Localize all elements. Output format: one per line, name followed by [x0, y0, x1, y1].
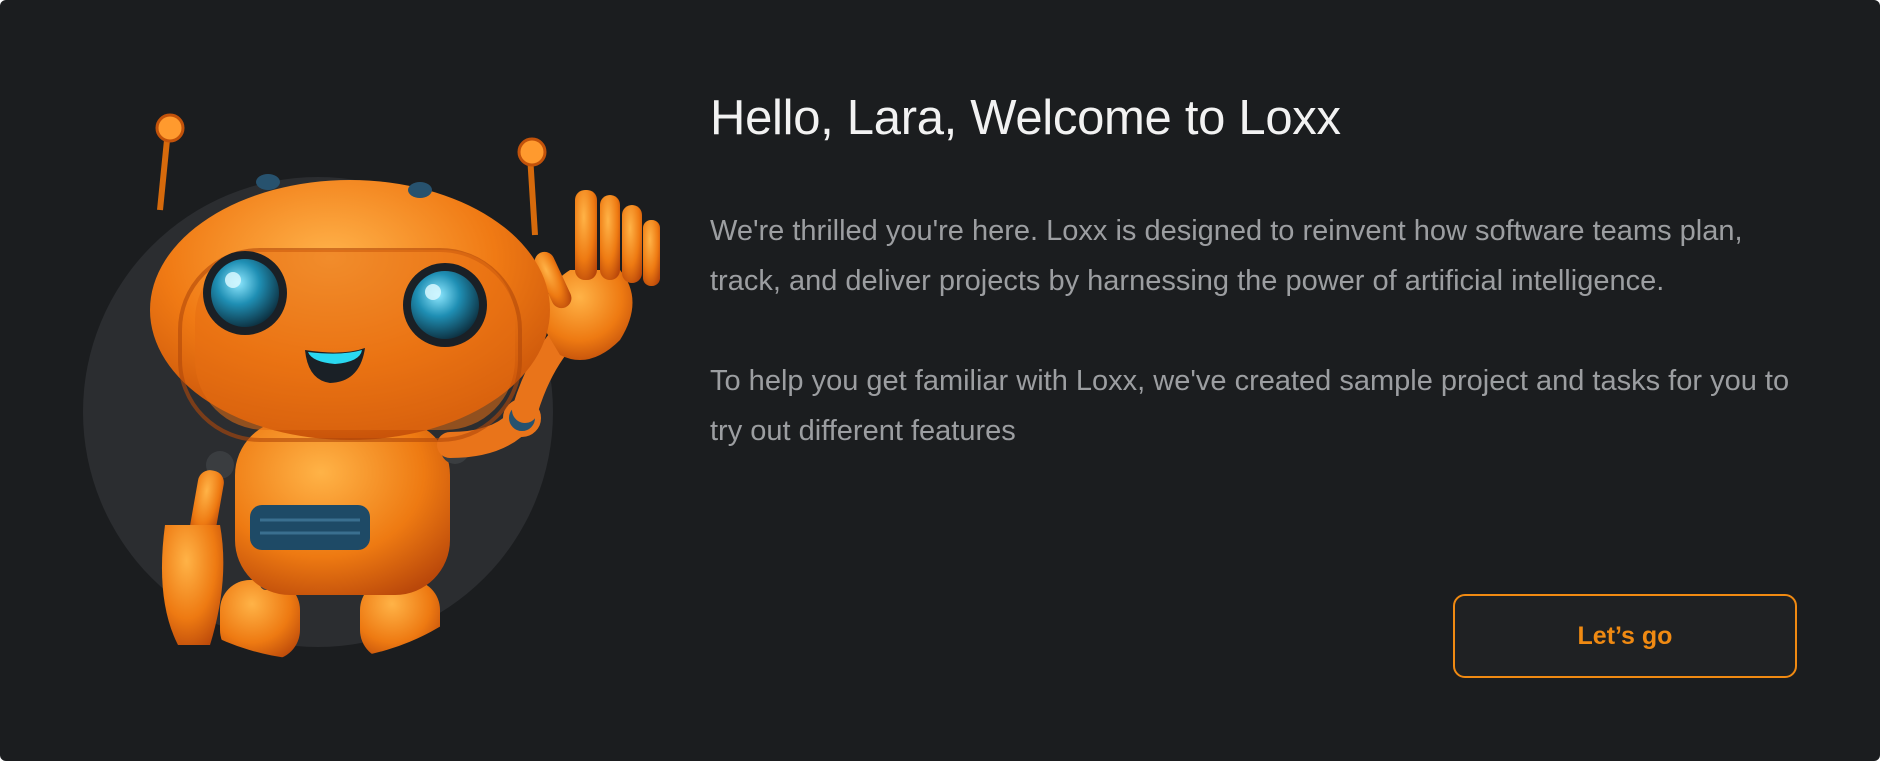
welcome-content: Hello, Lara, Welcome to Loxx We're thril… [710, 80, 1800, 456]
lets-go-button[interactable]: Let’s go [1453, 594, 1797, 678]
waving-robot-illustration [60, 100, 660, 660]
welcome-title: Hello, Lara, Welcome to Loxx [710, 91, 1341, 145]
welcome-card: Hello, Lara, Welcome to Loxx We're thril… [0, 0, 1880, 761]
welcome-sample-paragraph: To help you get familiar with Loxx, we'v… [710, 365, 1790, 447]
welcome-intro-paragraph: We're thrilled you're here. Loxx is desi… [710, 215, 1743, 297]
